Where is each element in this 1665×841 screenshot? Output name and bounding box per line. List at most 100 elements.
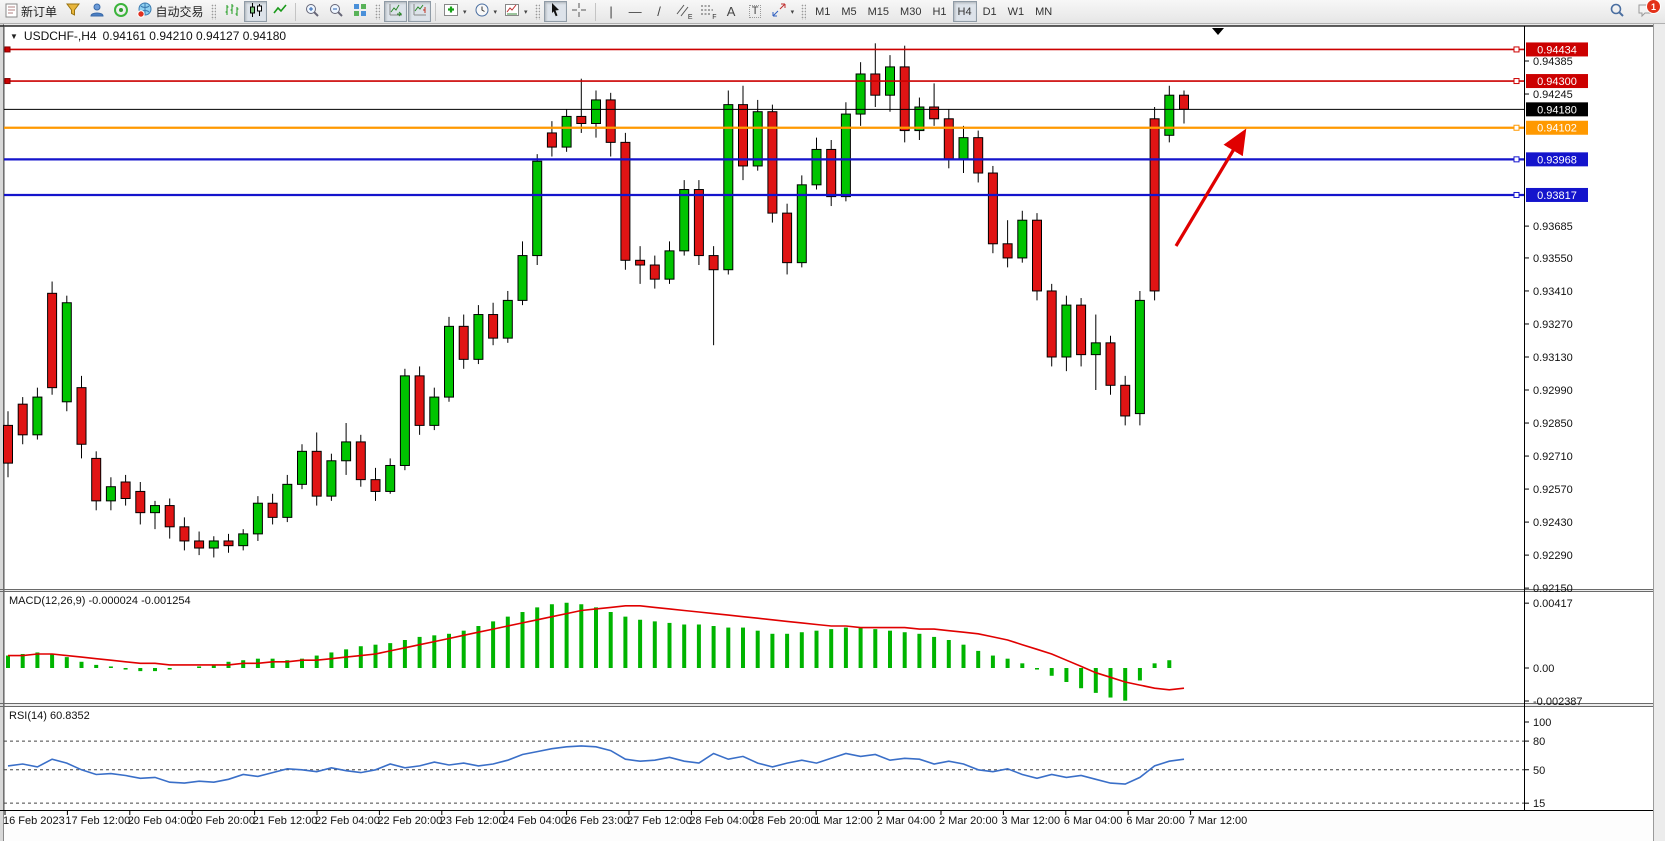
svg-text:16 Feb 2023: 16 Feb 2023 — [3, 815, 65, 827]
candle — [62, 303, 71, 402]
symbol-dropdown-caret[interactable]: ▼ — [10, 32, 18, 41]
zoom-in-button[interactable] — [300, 1, 323, 22]
candle — [841, 114, 850, 197]
timeframe-m1-button[interactable]: M1 — [810, 1, 835, 22]
crosshair-button[interactable] — [568, 1, 591, 22]
candle — [106, 487, 115, 501]
svg-text:0.94180: 0.94180 — [1537, 104, 1577, 116]
candle — [900, 67, 909, 131]
vertical-line-tool-button[interactable]: | — [600, 1, 623, 22]
funnel-icon — [65, 2, 81, 21]
svg-text:0.93968: 0.93968 — [1537, 154, 1577, 166]
svg-text:0.94245: 0.94245 — [1533, 89, 1573, 101]
timeframe-h4-button[interactable]: H4 — [953, 1, 977, 22]
fibonacci-tool-button[interactable]: F — [696, 1, 719, 22]
candle — [459, 326, 468, 359]
horizontal-line-tool-button[interactable]: — — [624, 1, 647, 22]
candle — [327, 461, 336, 496]
svg-text:15: 15 — [1533, 798, 1545, 810]
svg-text:6 Mar 20:00: 6 Mar 20:00 — [1126, 815, 1185, 827]
price-label-0.94434: 0.94434 — [1526, 42, 1588, 56]
auto-scroll-button[interactable] — [384, 1, 407, 22]
cursor-group — [544, 1, 591, 22]
candle — [151, 506, 160, 513]
indicators-button[interactable]: ▾ — [440, 1, 470, 22]
timeframe-h1-button[interactable]: H1 — [927, 1, 951, 22]
svg-text:0.92850: 0.92850 — [1533, 418, 1573, 430]
trendline-tool-button[interactable]: / — [648, 1, 671, 22]
profile-button[interactable] — [85, 1, 108, 22]
chart-shift-button[interactable] — [408, 1, 431, 22]
candle — [180, 527, 189, 541]
candle — [959, 138, 968, 159]
timeframe-d1-button[interactable]: D1 — [978, 1, 1002, 22]
candle — [1077, 305, 1086, 355]
candle — [1165, 95, 1174, 135]
candle — [503, 300, 512, 338]
notification-count-badge: 1 — [1646, 0, 1661, 14]
candle — [474, 315, 483, 360]
candle — [489, 315, 498, 339]
svg-text:2 Mar 04:00: 2 Mar 04:00 — [877, 815, 936, 827]
zoom-out-button[interactable] — [324, 1, 347, 22]
candle — [680, 190, 689, 251]
search-button[interactable] — [1605, 1, 1628, 22]
svg-text:0.00417: 0.00417 — [1533, 598, 1573, 610]
svg-text:0.93410: 0.93410 — [1533, 286, 1573, 298]
svg-text:0.94434: 0.94434 — [1537, 44, 1577, 56]
arrows-icon — [771, 2, 787, 21]
line-chart-button[interactable] — [268, 1, 291, 22]
new-order-button[interactable]: 新订单 — [2, 1, 60, 22]
tile-windows-button[interactable] — [348, 1, 371, 22]
candle — [400, 376, 409, 466]
auto-trading-button[interactable]: 自动交易 — [133, 1, 207, 22]
rsi-indicator-label: RSI(14) 60.8352 — [9, 710, 90, 722]
objects-group: | — / E F A T ▾ — [600, 1, 798, 22]
funnel-button[interactable] — [61, 1, 84, 22]
timeframe-mn-button[interactable]: MN — [1030, 1, 1057, 22]
candle — [518, 256, 527, 301]
periods-button[interactable]: ▾ — [471, 1, 501, 22]
candle — [4, 425, 13, 463]
candlestick-chart-button[interactable] — [244, 1, 267, 22]
candle — [988, 173, 997, 244]
timeframe-m15-button[interactable]: M15 — [863, 1, 894, 22]
label-tool-icon: T — [749, 5, 762, 18]
timeframe-w1-button[interactable]: W1 — [1003, 1, 1030, 22]
candle — [1091, 343, 1100, 355]
candlestick-chart-icon — [248, 2, 264, 21]
signal-button[interactable] — [109, 1, 132, 22]
candle — [974, 138, 983, 173]
search-icon — [1609, 2, 1625, 21]
vertical-line-icon: | — [609, 5, 612, 18]
chart-type-group — [220, 1, 291, 22]
channel-tool-button[interactable]: E — [672, 1, 695, 22]
timeframe-m5-button[interactable]: M5 — [836, 1, 861, 22]
tile-windows-icon — [352, 2, 368, 21]
signal-icon — [113, 2, 129, 21]
bar-chart-button[interactable] — [220, 1, 243, 22]
label-tool-button[interactable]: T — [744, 1, 767, 22]
cursor-button[interactable] — [544, 1, 567, 22]
svg-text:28 Feb 04:00: 28 Feb 04:00 — [689, 815, 754, 827]
candle — [547, 133, 556, 147]
timeframe-m30-button[interactable]: M30 — [895, 1, 926, 22]
toolbar-grip — [375, 4, 380, 20]
notifications-button[interactable]: 1 — [1634, 1, 1657, 22]
candle — [1062, 305, 1071, 357]
toolbar-grip — [535, 4, 540, 20]
chart-area[interactable]: 0.943850.942450.936850.935500.934100.932… — [0, 24, 1665, 841]
arrows-tool-button[interactable]: ▾ — [768, 1, 798, 22]
text-tool-button[interactable]: A — [720, 1, 743, 22]
horizontal-line-icon: — — [629, 5, 642, 18]
svg-text:22 Feb 04:00: 22 Feb 04:00 — [315, 815, 380, 827]
scroll-group — [384, 1, 431, 22]
bid-price-label: 0.94180 — [1526, 102, 1588, 116]
svg-text:0.00: 0.00 — [1533, 663, 1554, 675]
candle — [783, 213, 792, 263]
svg-text:23 Feb 12:00: 23 Feb 12:00 — [440, 815, 505, 827]
svg-text:-0.002387: -0.002387 — [1533, 696, 1583, 708]
templates-button[interactable]: ▾ — [501, 1, 531, 22]
profile-icon — [89, 2, 105, 21]
candle — [283, 484, 292, 517]
